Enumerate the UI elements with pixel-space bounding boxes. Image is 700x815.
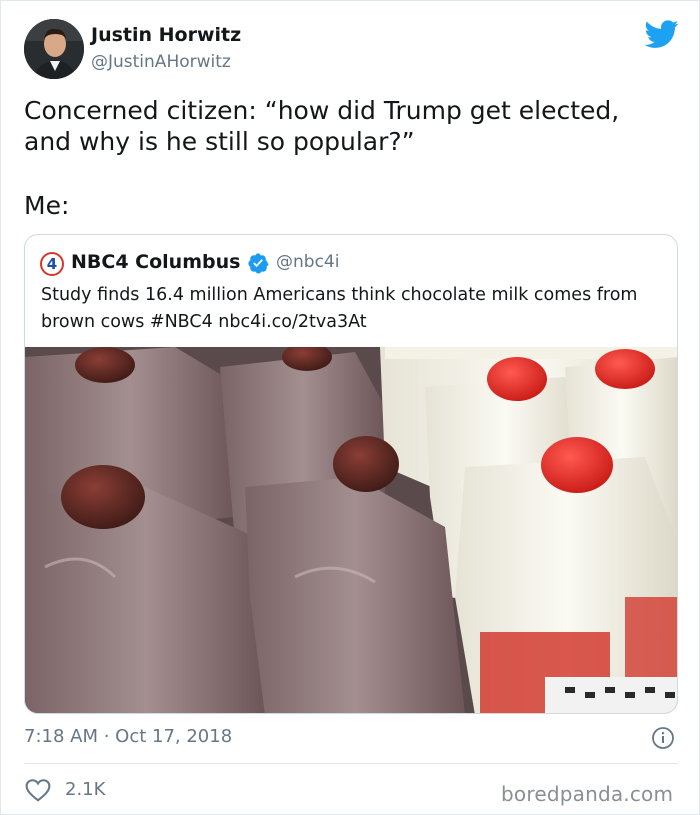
quoted-tweet-text: Study finds 16.4 million Americans think… [41,285,638,332]
author-handle[interactable]: @JustinAHorwitz [91,52,231,72]
quoted-author-name[interactable]: NBC4 Columbus [71,251,240,273]
nbc4-logo: 4 [40,252,64,276]
author-name[interactable]: Justin Horwitz [91,24,241,46]
quoted-tweet[interactable]: 4 NBC4 Columbus @nbc4i Study finds 16.4 … [24,234,678,714]
like-count[interactable]: 2.1K [65,779,105,800]
author-avatar[interactable] [24,19,84,79]
heart-icon[interactable] [25,778,51,802]
quoted-media-image[interactable] [25,347,678,714]
tweet-text: Concerned citizen: “how did Trump get el… [24,96,620,156]
watermark: boredpanda.com [501,782,674,806]
verified-badge-icon [248,253,269,274]
tweet-text-me: Me: [24,191,70,220]
quoted-author-handle[interactable]: @nbc4i [276,252,339,272]
tweet-card: Justin Horwitz @JustinAHorwitz Concerned… [0,0,700,815]
twitter-bird-icon[interactable] [645,17,679,51]
divider [24,763,678,764]
tweet-timestamp[interactable]: 7:18 AM · Oct 17, 2018 [24,726,232,747]
info-icon[interactable] [651,726,675,750]
